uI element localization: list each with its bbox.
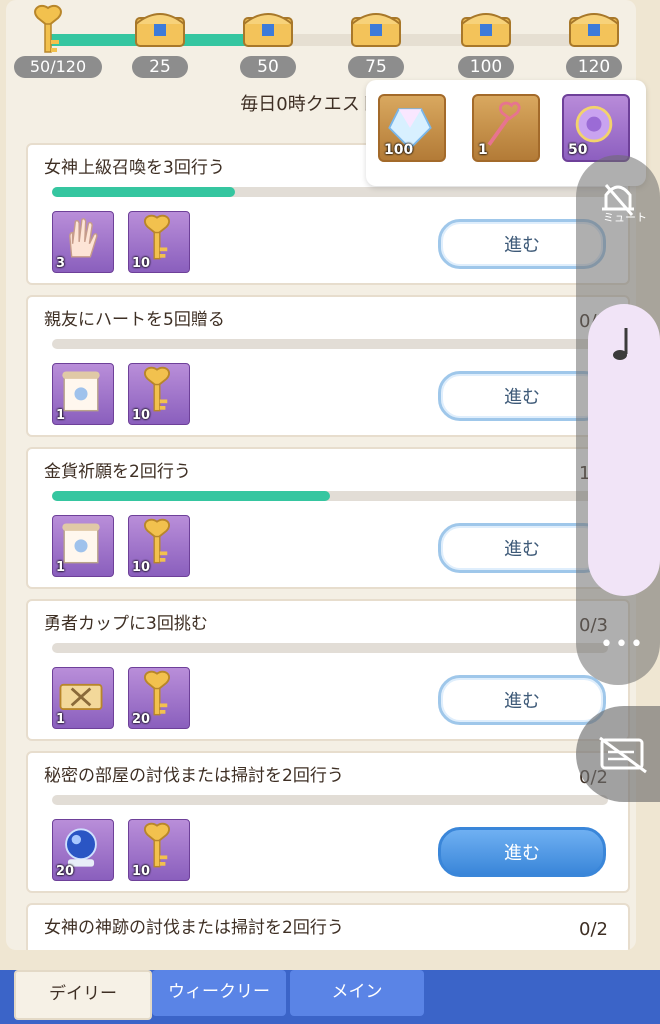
- reward-qty: 1: [56, 560, 66, 575]
- reward-qty: 1: [56, 408, 66, 423]
- chest-icon: [243, 13, 293, 47]
- quest-card: 勇者カップに3回挑む0/3120進む: [26, 599, 630, 741]
- tab-weekly[interactable]: ウィークリー: [152, 970, 286, 1016]
- tab-daily[interactable]: デイリー: [14, 970, 152, 1020]
- reward-crystal: 100: [378, 94, 446, 162]
- caption-off-icon: [599, 736, 647, 774]
- milestone-chest-50[interactable]: 50: [238, 8, 298, 78]
- quest-progress-bar: [52, 339, 608, 349]
- quest-card: 金貨祈願を2回行う1/2110進む: [26, 447, 630, 589]
- quest-title: 親友にハートを5回贈る: [44, 310, 225, 330]
- chest-icon: [569, 13, 619, 47]
- mute-label: ミュート: [603, 211, 647, 224]
- milestone-chest-75[interactable]: 75: [346, 8, 406, 78]
- quest-progress-bar: [52, 187, 608, 197]
- quest-reward-item[interactable]: 10: [128, 515, 190, 577]
- more-options-button[interactable]: •••: [600, 632, 645, 657]
- milestone-label: 50: [240, 56, 296, 78]
- milestone-chest-120[interactable]: 120: [564, 8, 624, 78]
- quest-reward-item[interactable]: 10: [128, 363, 190, 425]
- chest-icon: [461, 13, 511, 47]
- reward-clock-orb: 50: [562, 94, 630, 162]
- quest-title: 秘密の部屋の討伐または掃討を2回行う: [44, 766, 344, 786]
- quest-progress-fill: [52, 491, 330, 501]
- reward-qty: 20: [132, 712, 151, 727]
- quest-progress-bar: [52, 643, 608, 653]
- reward-qty: 10: [132, 408, 151, 423]
- go-button[interactable]: 進む: [438, 827, 606, 877]
- reward-qty: 10: [132, 560, 151, 575]
- reward-qty: 1: [56, 712, 66, 727]
- milestone-label: 120: [566, 56, 622, 78]
- milestone-label: 25: [132, 56, 188, 78]
- quest-count: 0/2: [579, 919, 608, 940]
- reward-qty: 10: [132, 864, 151, 879]
- quest-reward-item[interactable]: 20: [52, 819, 114, 881]
- quest-title: 女神上級召喚を3回行う: [44, 158, 225, 178]
- quest-reward-item[interactable]: 20: [128, 667, 190, 729]
- quest-reward-item[interactable]: 10: [128, 211, 190, 273]
- reward-qty: 1: [478, 142, 488, 158]
- milestone-chest-100[interactable]: 100: [456, 8, 516, 78]
- quest-card: 秘密の部屋の討伐または掃討を2回行う0/22010進む: [26, 751, 630, 893]
- milestone-label: 100: [458, 56, 514, 78]
- key-count: 50/120: [14, 56, 102, 78]
- quest-reward-item[interactable]: 3: [52, 211, 114, 273]
- music-note-icon: [613, 328, 628, 360]
- mute-button[interactable]: ミュート: [576, 155, 660, 265]
- reward-qty: 10: [132, 256, 151, 271]
- quest-title: 女神の神跡の討伐または掃討を2回行う: [44, 918, 344, 938]
- quest-tab-bar: デイリー ウィークリー メイン: [0, 970, 660, 1024]
- volume-slider[interactable]: [588, 304, 660, 596]
- quest-progress-fill: [52, 187, 236, 197]
- chest-icon: [135, 13, 185, 47]
- reward-heart-key: 1: [472, 94, 540, 162]
- quest-progress-bar: [52, 795, 608, 805]
- quest-progress-bar: [52, 491, 608, 501]
- reward-qty: 20: [56, 864, 75, 879]
- go-button[interactable]: 進む: [438, 675, 606, 725]
- quest-reward-item[interactable]: 1: [52, 363, 114, 425]
- reward-qty: 100: [384, 142, 414, 158]
- chest-icon: [351, 13, 401, 47]
- reward-qty: 3: [56, 256, 66, 271]
- quest-card: 親友にハートを5回贈る0/5110進む: [26, 295, 630, 437]
- quest-reward-item[interactable]: 1: [52, 515, 114, 577]
- quest-reward-item[interactable]: 10: [128, 819, 190, 881]
- quest-title: 金貨祈願を2回行う: [44, 462, 191, 482]
- quest-title: 勇者カップに3回挑む: [44, 614, 208, 634]
- milestone-label: 75: [348, 56, 404, 78]
- tab-main[interactable]: メイン: [290, 970, 424, 1016]
- milestone-chest-25[interactable]: 25: [130, 8, 190, 78]
- gold-key-icon: [34, 4, 62, 53]
- quest-reward-item[interactable]: 1: [52, 667, 114, 729]
- quest-card: 女神の神跡の討伐または掃討を2回行う 0/2: [26, 903, 630, 950]
